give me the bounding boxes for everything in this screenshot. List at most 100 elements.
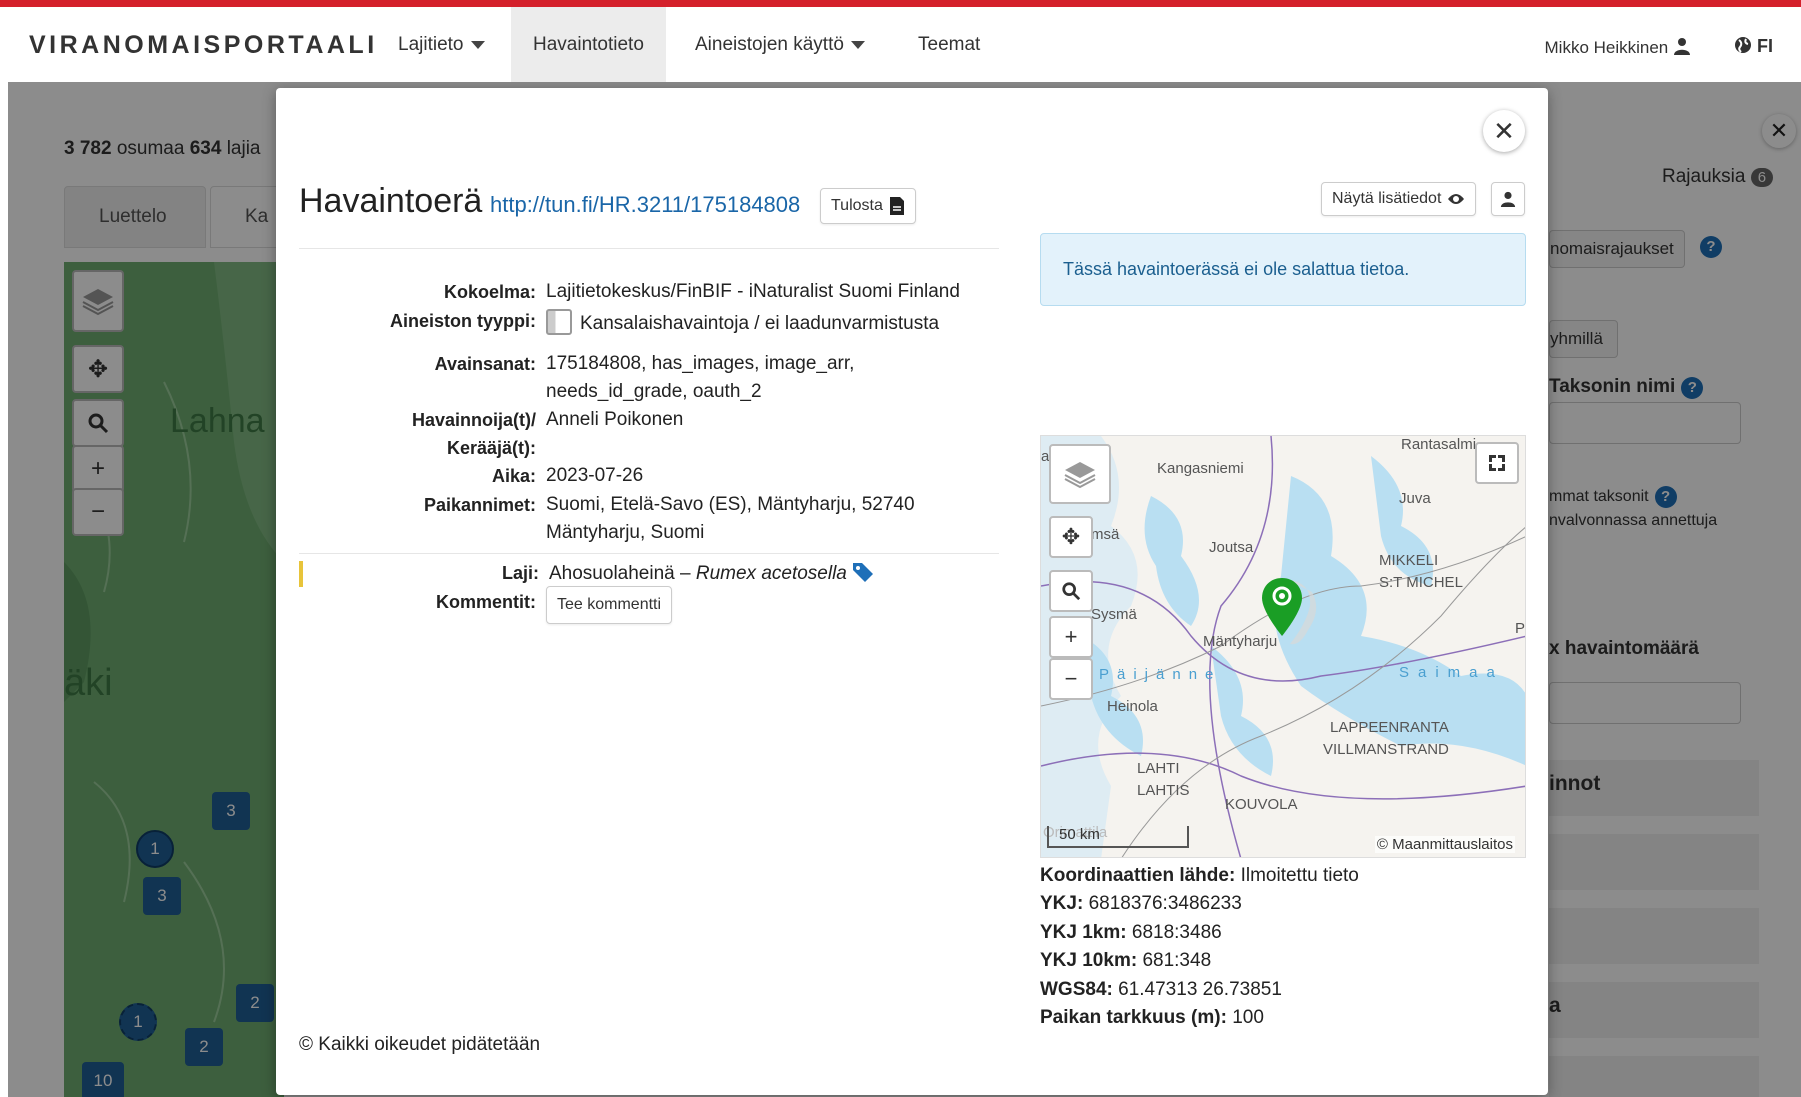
location-marker-icon[interactable] — [1260, 576, 1320, 656]
caret-down-icon — [850, 40, 865, 49]
species-value[interactable]: Ahosuolaheinä – Rumex acetosella — [549, 562, 874, 585]
map-place-label: KOUVOLA — [1225, 796, 1298, 813]
language-label: FI — [1757, 36, 1773, 56]
species-common-name: Ahosuolaheinä — [549, 563, 675, 584]
map-zoom-in-button[interactable]: + — [1049, 616, 1093, 658]
fullscreen-icon — [1489, 455, 1505, 471]
ykj-1km-label: YKJ 1km: — [1040, 922, 1127, 943]
citizen-science-icon — [546, 309, 572, 335]
location-accuracy-label: Paikan tarkkuus (m): — [1040, 1007, 1227, 1028]
ykj-1km-value: 6818:3486 — [1131, 922, 1222, 943]
map-search-button[interactable] — [1049, 570, 1093, 612]
search-icon — [1062, 582, 1081, 601]
map-attribution: © Maanmittauslaitos — [1374, 836, 1515, 853]
language-selector[interactable]: FI — [1734, 36, 1773, 57]
time-label: Aika: — [491, 466, 536, 486]
caret-down-icon — [470, 40, 485, 49]
wgs84-coordinates: WGS84: 61.47313 26.73851 — [1040, 979, 1282, 1001]
keywords-label: Avainsanat: — [434, 354, 536, 374]
wgs84-value: 61.47313 26.73851 — [1118, 979, 1282, 1000]
nav-item-havaintotieto[interactable]: Havaintotieto — [511, 7, 666, 82]
map-place-label: LAPPEENRANTA — [1330, 719, 1449, 736]
collection-value: Lajitietokeskus/FinBIF - iNaturalist Suo… — [546, 281, 960, 302]
map-place-label: Juva — [1399, 490, 1431, 507]
location-map[interactable]: Kangasniemi Rantasalmi Juva Joutsa MIKKE… — [1040, 435, 1526, 858]
map-place-label: Rantasalmi — [1401, 436, 1477, 453]
ykj-value: 6818376:3486233 — [1088, 893, 1242, 914]
map-locate-button[interactable]: ✥ — [1049, 516, 1093, 558]
ykj-10km-label: YKJ 10km: — [1040, 950, 1138, 971]
add-comment-label: Tee kommentti — [557, 596, 662, 613]
coordinate-source-label: Koordinaattien lähde: — [1040, 865, 1236, 886]
nav-label: Aineistojen käyttö — [695, 33, 844, 55]
map-layers-button[interactable] — [1049, 444, 1111, 504]
place-value-line1: Suomi, Etelä-Savo (ES), Mäntyharju, 5274… — [546, 494, 915, 515]
person-view-button[interactable] — [1491, 182, 1525, 216]
map-place-label: Heinola — [1107, 698, 1158, 715]
modal-title: Havaintoerä — [299, 182, 483, 220]
copyright-footer: © Kaikki oikeudet pidätetään — [299, 1034, 541, 1055]
wgs84-label: WGS84: — [1040, 979, 1113, 1000]
coordinate-source-value: Ilmoitettu tieto — [1240, 865, 1359, 886]
print-button[interactable]: Tulosta — [820, 188, 916, 224]
show-details-button[interactable]: Näytä lisätiedot — [1321, 182, 1477, 216]
observation-batch-modal: ✕ Havaintoerä http://tun.fi/HR.3211/1751… — [276, 88, 1548, 1095]
species-scientific-name: Rumex acetosella — [695, 563, 847, 584]
species-separator: – — [680, 563, 691, 584]
map-place-label: LAHTIS — [1137, 782, 1190, 799]
map-place-label: S:T MICHEL — [1379, 574, 1463, 591]
eye-icon — [1448, 194, 1465, 204]
minus-icon: − — [1064, 666, 1078, 691]
map-place-label: msä — [1091, 526, 1120, 543]
plus-icon: + — [1064, 624, 1078, 649]
user-menu[interactable]: Mikko Heikkinen — [1545, 37, 1692, 58]
pdf-file-icon — [889, 197, 904, 215]
brand-logo[interactable]: VIRANOMAISPORTAALI — [29, 31, 378, 60]
add-comment-button[interactable]: Tee kommentti — [546, 586, 673, 624]
nav-label: Lajitieto — [398, 33, 464, 55]
ykj-1km-coordinates: YKJ 1km: 6818:3486 — [1040, 922, 1222, 944]
user-icon — [1500, 191, 1516, 207]
location-accuracy: Paikan tarkkuus (m): 100 — [1040, 1007, 1264, 1029]
collector-label: Kerääjä(t): — [446, 438, 536, 458]
map-place-label: MIKKELI — [1379, 552, 1439, 569]
keywords-value-line1: 175184808, has_images, image_arr, — [546, 353, 855, 374]
keywords-value-line2: needs_id_grade, oauth_2 — [546, 381, 762, 402]
secure-info-alert: Tässä havaintoerässä ei ole salattua tie… — [1040, 233, 1526, 306]
layers-icon — [1064, 462, 1096, 489]
ykj-label: YKJ: — [1040, 893, 1084, 914]
nav-label: Havaintotieto — [533, 33, 644, 55]
time-value: 2023-07-26 — [546, 465, 644, 486]
nav-item-teemat[interactable]: Teemat — [896, 7, 1002, 82]
type-label: Aineiston tyyppi: — [389, 311, 536, 331]
species-label: Laji: — [501, 563, 539, 583]
nav-label: Teemat — [918, 33, 981, 55]
map-place-label: P — [1515, 620, 1526, 637]
globe-icon — [1734, 37, 1751, 53]
type-text: Kansalaishavaintoja / ei laadunvarmistus… — [580, 313, 940, 334]
ykj-coordinates: YKJ: 6818376:3486233 — [1040, 893, 1242, 915]
location-accuracy-value: 100 — [1232, 1007, 1264, 1028]
nav-item-aineistojen-kaytto[interactable]: Aineistojen käyttö — [673, 7, 887, 82]
comments-label: Kommentit: — [436, 592, 536, 612]
top-navigation: VIRANOMAISPORTAALI Lajitieto Havaintotie… — [0, 0, 1801, 82]
map-place-label: VILLMANSTRAND — [1323, 741, 1449, 758]
tag-icon — [853, 563, 874, 582]
map-lake-label: Päijänne — [1099, 666, 1222, 683]
collection-label: Kokoelma: — [443, 282, 536, 302]
user-icon — [1674, 38, 1690, 55]
map-scale-bar: 50 km — [1047, 826, 1189, 848]
coordinate-source: Koordinaattien lähde: Ilmoitettu tieto — [1040, 865, 1359, 887]
batch-uri-link[interactable]: http://tun.fi/HR.3211/175184808 — [490, 192, 800, 218]
nav-item-lajitieto[interactable]: Lajitieto — [376, 7, 507, 82]
map-lake-label: Saimaa — [1399, 664, 1504, 681]
type-value: Kansalaishavaintoja / ei laadunvarmistus… — [546, 309, 939, 335]
unit-divider — [299, 553, 999, 554]
map-zoom-out-button[interactable]: − — [1049, 658, 1093, 700]
observer-value: Anneli Poikonen — [546, 409, 684, 430]
crosshair-icon: ✥ — [1061, 524, 1081, 549]
map-fullscreen-button[interactable] — [1475, 442, 1519, 484]
modal-close-button[interactable]: ✕ — [1483, 110, 1525, 152]
observer-label: Havainnoija(t)/ — [411, 410, 536, 430]
title-divider — [299, 248, 999, 249]
